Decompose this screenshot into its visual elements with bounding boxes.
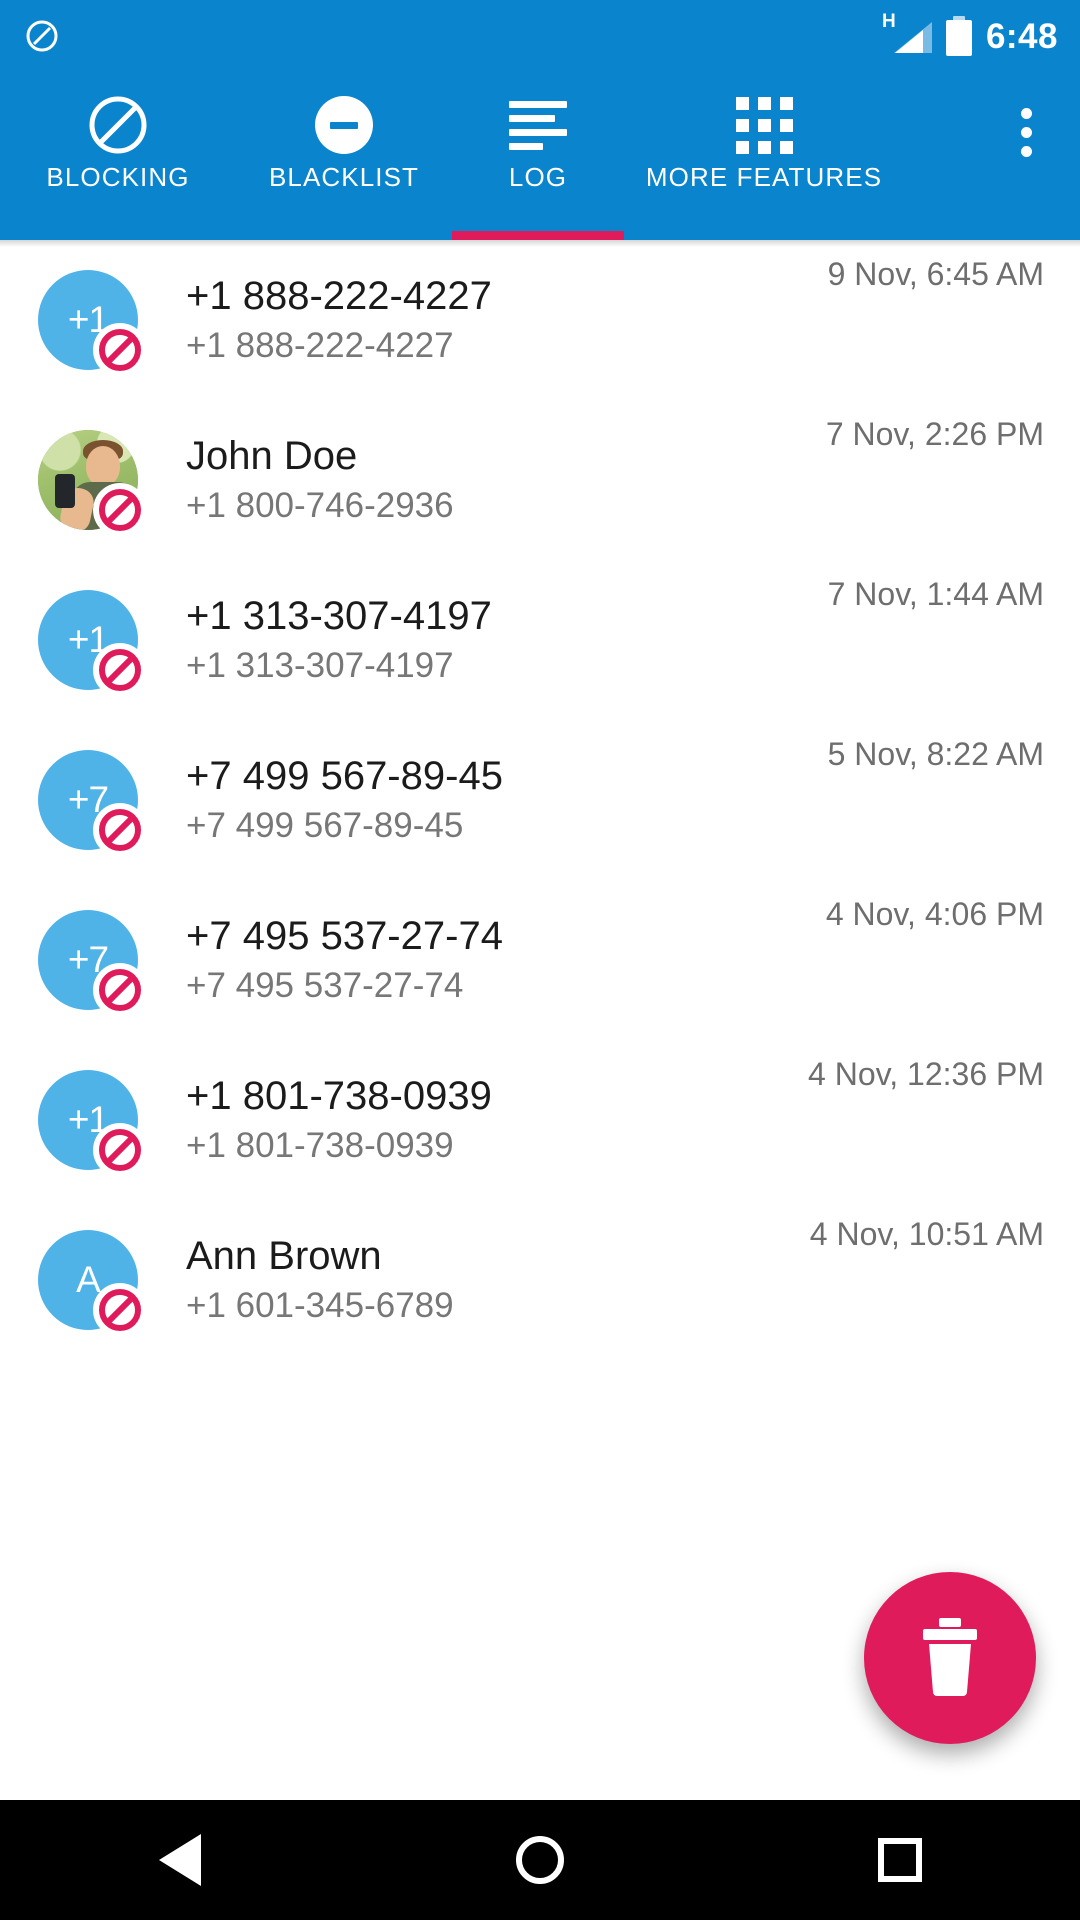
log-row[interactable]: +1 +1 313-307-4197 +1 313-307-4197 7 Nov, 1… <box>0 560 1080 720</box>
log-row-title: Ann Brown <box>186 1235 382 1278</box>
log-row-number: +1 800-746-2936 <box>186 488 454 525</box>
log-row-text: +1 888-222-4227 +1 888-222-4227 <box>138 275 828 365</box>
signal-bars-icon: H <box>882 12 932 56</box>
log-row[interactable]: John Doe +1 800-746-2936 7 Nov, 2:26 PM <box>0 400 1080 560</box>
avatar[interactable]: +7 <box>38 910 147 1017</box>
log-row-title: +7 495 537-27-74 <box>186 915 503 958</box>
log-row-text: Ann Brown +1 601-345-6789 <box>138 1235 810 1325</box>
log-row-text: +1 313-307-4197 +1 313-307-4197 <box>138 595 828 685</box>
log-row-number: +1 313-307-4197 <box>186 648 454 685</box>
nav-recents-button[interactable] <box>830 1800 970 1920</box>
battery-full-icon <box>945 16 972 56</box>
log-row-title: +1 801-738-0939 <box>186 1075 492 1118</box>
status-bar-right: H 6:48 <box>882 12 1058 56</box>
avatar[interactable]: +1 <box>38 1070 147 1177</box>
log-row-number: +1 801-738-0939 <box>186 1128 454 1165</box>
log-row-number: +7 499 567-89-45 <box>186 808 464 845</box>
log-row-text: +7 499 567-89-45 +7 499 567-89-45 <box>138 755 828 845</box>
blocked-badge-icon <box>93 803 147 857</box>
tab-blocking-label: BLOCKING <box>46 162 190 192</box>
log-row-number: +1 601-345-6789 <box>186 1288 454 1325</box>
log-row-timestamp: 4 Nov, 4:06 PM <box>825 896 1044 932</box>
nav-home-button[interactable] <box>470 1800 610 1920</box>
blocked-badge-icon <box>93 963 147 1017</box>
log-row-timestamp: 7 Nov, 2:26 PM <box>825 416 1044 452</box>
status-bar: H 6:48 <box>0 0 1080 72</box>
blocked-badge-icon <box>93 1123 147 1177</box>
avatar[interactable]: +1 <box>38 270 147 377</box>
log-row-title: +7 499 567-89-45 <box>186 755 503 798</box>
delete-fab[interactable] <box>864 1572 1036 1744</box>
log-row-title: +1 888-222-4227 <box>186 275 492 318</box>
overflow-menu-icon[interactable] <box>972 72 1080 240</box>
log-row-timestamp: 4 Nov, 12:36 PM <box>808 1056 1044 1092</box>
minus-circle-icon <box>315 94 373 156</box>
blocked-badge-icon <box>93 643 147 697</box>
overflow-dot <box>1020 145 1032 157</box>
ban-icon <box>87 94 149 156</box>
log-row[interactable]: +1 +1 888-222-4227 +1 888-222-4227 9 Nov, 6… <box>0 240 1080 400</box>
log-row[interactable]: A Ann Brown +1 601-345-6789 4 Nov, 10:51 AM <box>0 1200 1080 1360</box>
avatar[interactable]: +7 <box>38 750 147 857</box>
log-list[interactable]: +1 +1 888-222-4227 +1 888-222-4227 9 Nov, 6… <box>0 240 1080 1800</box>
active-tab-indicator <box>452 231 624 240</box>
blocked-badge-icon <box>93 1283 147 1337</box>
log-row-title: +1 313-307-4197 <box>186 595 492 638</box>
tab-more-features-label: MORE FEATURES <box>645 162 883 192</box>
overflow-dot <box>1020 107 1032 119</box>
log-row-text: +7 495 537-27-74 +7 495 537-27-74 <box>138 915 826 1005</box>
android-nav-bar <box>0 1800 1080 1920</box>
log-row-title: John Doe <box>186 435 358 478</box>
log-row-text: John Doe +1 800-746-2936 <box>138 435 826 525</box>
home-circle-icon <box>516 1836 564 1884</box>
avatar[interactable] <box>38 430 147 537</box>
tab-log[interactable]: LOG <box>452 72 624 240</box>
log-row-timestamp: 9 Nov, 6:45 AM <box>827 256 1044 292</box>
tab-blocking[interactable]: BLOCKING <box>0 72 236 240</box>
log-row[interactable]: +7 +7 499 567-89-45 +7 499 567-89-45 5 Nov,… <box>0 720 1080 880</box>
avatar[interactable]: A <box>38 1230 147 1337</box>
list-lines-icon <box>509 94 567 156</box>
status-bar-left <box>24 18 60 54</box>
blocked-badge-icon <box>93 323 147 377</box>
nav-back-button[interactable] <box>110 1800 250 1920</box>
tab-bar: BLOCKING BLACKLIST LOG MORE FEATURES <box>0 72 1080 240</box>
battery-body <box>945 20 972 56</box>
blocked-badge-icon <box>93 483 147 537</box>
trash-icon <box>913 1616 987 1701</box>
tab-blacklist-label: BLACKLIST <box>268 162 420 192</box>
log-row-timestamp: 7 Nov, 1:44 AM <box>827 576 1044 612</box>
tab-more-features[interactable]: MORE FEATURES <box>624 72 904 240</box>
log-row[interactable]: +7 +7 495 537-27-74 +7 495 537-27-74 4 Nov,… <box>0 880 1080 1040</box>
overflow-dot <box>1020 126 1032 138</box>
log-row-timestamp: 5 Nov, 8:22 AM <box>827 736 1044 772</box>
signal-triangle-fg <box>894 30 923 53</box>
back-triangle-icon <box>159 1834 201 1886</box>
grid-apps-icon <box>735 94 793 156</box>
status-bar-clock: 6:48 <box>985 16 1058 56</box>
log-row-text: +1 801-738-0939 +1 801-738-0939 <box>138 1075 808 1165</box>
block-circle-icon <box>24 18 60 54</box>
log-row-timestamp: 4 Nov, 10:51 AM <box>809 1216 1044 1252</box>
recents-square-icon <box>878 1838 922 1882</box>
log-row-number: +1 888-222-4227 <box>186 328 454 365</box>
log-row[interactable]: +1 +1 801-738-0939 +1 801-738-0939 4 Nov, 1… <box>0 1040 1080 1200</box>
avatar[interactable]: +1 <box>38 590 147 697</box>
tab-log-label: LOG <box>508 162 568 192</box>
tab-blacklist[interactable]: BLACKLIST <box>236 72 452 240</box>
log-row-number: +7 495 537-27-74 <box>186 968 464 1005</box>
